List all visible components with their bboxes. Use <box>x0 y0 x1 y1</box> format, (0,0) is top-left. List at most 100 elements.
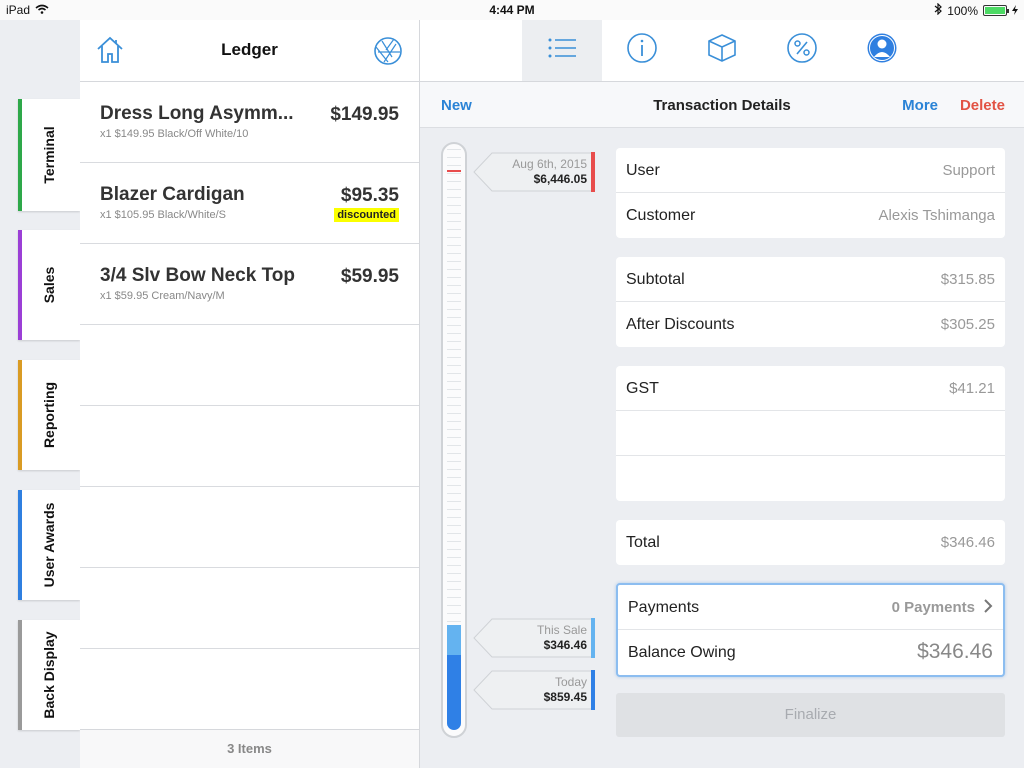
subtotal-value: $315.85 <box>940 271 995 288</box>
empty-tax-row <box>616 456 1005 501</box>
empty-row <box>80 487 419 568</box>
flag-label: Aug 6th, 2015 <box>512 157 587 171</box>
ledger-item[interactable]: 3/4 Slv Bow Neck Top x1 $59.95 Cream/Nav… <box>80 244 419 325</box>
item-details: x1 $149.95 Black/Off White/10 <box>100 128 249 140</box>
inventory-tab[interactable] <box>682 20 762 81</box>
ledger-panel: Ledger Dress Long Asymm... x1 $149.95 Bl… <box>80 20 420 768</box>
info-icon <box>626 32 658 69</box>
total-label: Total <box>626 534 660 551</box>
item-details: x1 $105.95 Black/White/S <box>100 209 226 221</box>
balance-row: Balance Owing $346.46 <box>618 630 1003 675</box>
empty-row <box>80 406 419 487</box>
ledger-item[interactable]: Dress Long Asymm... x1 $149.95 Black/Off… <box>80 82 419 163</box>
payments-label: Payments <box>628 599 700 616</box>
status-bar: iPad 4:44 PM 100% <box>0 0 1024 20</box>
timeline-flag: This Sale $346.46 <box>473 618 597 658</box>
flag-amount: $6,446.05 <box>533 172 587 186</box>
balance-label: Balance Owing <box>628 644 736 661</box>
user-label: User <box>626 162 660 179</box>
after-discounts-label: After Discounts <box>626 316 735 333</box>
side-tab-sales[interactable]: Sales <box>18 230 80 340</box>
side-tab-label: Reporting <box>41 381 57 449</box>
side-tab-back-display[interactable]: Back Display <box>18 620 80 730</box>
delete-button[interactable]: Delete <box>960 97 1005 114</box>
discount-tab[interactable] <box>762 20 842 81</box>
tax-card: GST $41.21 <box>616 366 1005 501</box>
side-tab-terminal[interactable]: Terminal <box>18 99 80 211</box>
flag-amount: $346.46 <box>543 638 587 652</box>
battery-percent: 100% <box>947 3 978 18</box>
side-tab-color-bar <box>18 620 22 730</box>
customer-value: Alexis Tshimanga <box>878 207 995 224</box>
ledger-item[interactable]: Blazer Cardigan x1 $105.95 Black/White/S… <box>80 163 419 244</box>
item-price: $95.35 <box>340 185 399 206</box>
more-button[interactable]: More <box>902 97 938 114</box>
side-tab-label: Sales <box>41 266 57 304</box>
this-sale-fill <box>447 625 461 655</box>
side-tab-color-bar <box>18 360 22 470</box>
item-details: x1 $59.95 Cream/Navy/M <box>100 290 225 302</box>
info-tab[interactable] <box>602 20 682 81</box>
flag-label: This Sale <box>536 623 587 637</box>
user-row[interactable]: User Support <box>616 148 1005 193</box>
user-icon <box>866 32 898 69</box>
item-name: Dress Long Asymm... <box>100 103 294 124</box>
after-discounts-row: After Discounts $305.25 <box>616 302 1005 347</box>
gst-value: $41.21 <box>949 380 995 397</box>
discount-badge: discounted <box>334 208 399 222</box>
today-fill <box>447 655 461 730</box>
item-name: Blazer Cardigan <box>100 184 245 205</box>
top-toolbar <box>420 20 1024 82</box>
finalize-button[interactable]: Finalize <box>616 693 1005 737</box>
side-tab-label: Back Display <box>41 631 57 719</box>
side-tab-color-bar <box>18 230 22 340</box>
side-tab-reporting[interactable]: Reporting <box>18 360 80 470</box>
user-value: Support <box>942 162 995 179</box>
empty-row <box>80 325 419 406</box>
after-discounts-value: $305.25 <box>940 316 995 333</box>
timeline-flag: Today $859.45 <box>473 670 597 710</box>
side-tab-color-bar <box>18 99 22 211</box>
flag-label: Today <box>554 675 587 689</box>
total-card: Total $346.46 <box>616 520 1005 565</box>
payments-card: Payments 0 Payments Balance Owing $346.4… <box>616 583 1005 677</box>
subtotal-card: Subtotal $315.85 After Discounts $305.25 <box>616 257 1005 347</box>
empty-tax-row <box>616 411 1005 456</box>
total-value: $346.46 <box>940 534 995 551</box>
flag-amount: $859.45 <box>543 690 587 704</box>
subtotal-row: Subtotal $315.85 <box>616 257 1005 302</box>
side-tab-color-bar <box>18 490 22 600</box>
battery-icon <box>983 5 1009 16</box>
chevron-right-icon <box>983 599 993 618</box>
customer-row[interactable]: Customer Alexis Tshimanga <box>616 193 1005 238</box>
side-tab-user-awards[interactable]: User Awards <box>18 490 80 600</box>
bluetooth-icon <box>934 2 943 18</box>
aperture-icon[interactable] <box>372 35 404 72</box>
gst-label: GST <box>626 380 659 397</box>
list-icon <box>547 37 577 64</box>
item-price: $59.95 <box>340 266 399 287</box>
payments-row[interactable]: Payments 0 Payments <box>618 585 1003 630</box>
item-price: $149.95 <box>330 104 399 125</box>
timeline-flag: Aug 6th, 2015 $6,446.05 <box>473 152 597 192</box>
charging-icon <box>1012 4 1018 18</box>
item-count: 3 Items <box>80 729 419 768</box>
sales-thermometer[interactable] <box>441 142 467 738</box>
gst-row: GST $41.21 <box>616 366 1005 411</box>
status-time: 4:44 PM <box>489 3 535 17</box>
customer-tab[interactable] <box>842 20 922 81</box>
empty-row <box>80 649 419 730</box>
balance-value: $346.46 <box>917 640 993 663</box>
thermometer-marker <box>447 170 461 172</box>
box-icon <box>706 32 738 69</box>
user-customer-card: User Support Customer Alexis Tshimanga <box>616 148 1005 238</box>
side-tab-label: User Awards <box>41 502 57 588</box>
payments-value: 0 Payments <box>891 599 975 616</box>
ledger-header: Ledger <box>80 20 419 82</box>
transaction-header: New Transaction Details More Delete <box>420 82 1024 128</box>
total-row: Total $346.46 <box>616 520 1005 565</box>
percent-icon <box>786 32 818 69</box>
customer-label: Customer <box>626 207 696 224</box>
side-tab-label: Terminal <box>41 126 57 184</box>
list-tab[interactable] <box>522 20 602 81</box>
